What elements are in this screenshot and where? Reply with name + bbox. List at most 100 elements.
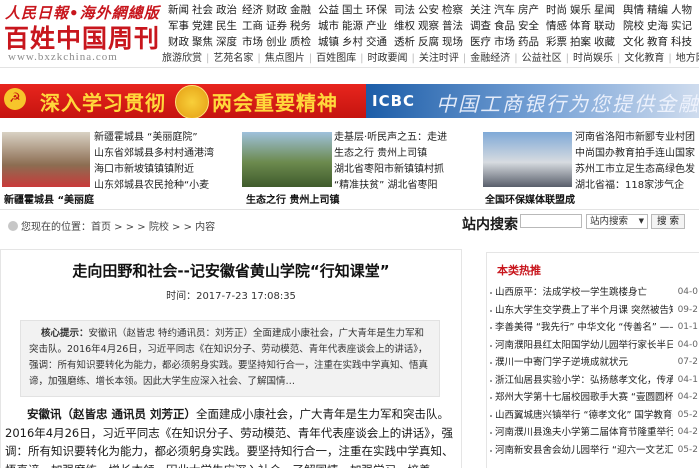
hot-item-title[interactable]: 山西原平：法成学校一学生跳楼身亡: [495, 284, 647, 302]
nav-link[interactable]: 市场: [494, 36, 515, 48]
site-logo[interactable]: 人民日報•海外網總版 百姓中国周刊: [3, 2, 163, 53]
news-photo-1[interactable]: [2, 132, 90, 187]
nav-link[interactable]: 文化: [623, 36, 644, 48]
hot-list-item[interactable]: 河南新安县舍会幼儿园举行 “迎六一文艺汇” 演 05-2: [490, 442, 699, 460]
search-scope-select[interactable]: 站内搜索 ▼: [586, 214, 648, 229]
nav-link[interactable]: 人物: [671, 4, 692, 16]
nav-link[interactable]: 汽车: [494, 4, 515, 16]
banner-icbc[interactable]: ICBC 中国工商银行为您提供金融服务: [366, 84, 699, 118]
channel-link[interactable]: 地方网联: [676, 53, 699, 64]
nav-link[interactable]: 能源: [342, 20, 363, 32]
nav-link[interactable]: 食品: [494, 20, 515, 32]
nav-link[interactable]: 军事: [168, 20, 189, 32]
hot-item-title[interactable]: 河南濮阳县红太阳国学幼儿园举行家长半日开放: [495, 337, 673, 355]
nav-link[interactable]: 财政: [168, 36, 189, 48]
nav-link[interactable]: 房产: [518, 4, 539, 16]
nav-link[interactable]: 医疗: [470, 36, 491, 48]
nav-link[interactable]: 创业: [266, 36, 287, 48]
channel-link[interactable]: 旅游欣赏: [162, 53, 202, 64]
hot-item-title[interactable]: 河南新安县舍会幼儿园举行 “迎六一文艺汇” 演: [495, 442, 673, 460]
hot-list-item[interactable]: 郑州大学第十七届校园歌手大赛 “壹圆圆杯”郑音 04-2: [490, 389, 699, 407]
nav-link[interactable]: 聚焦: [192, 36, 213, 48]
nav-link[interactable]: 反腐: [418, 36, 439, 48]
nav-link[interactable]: 安全: [518, 20, 539, 32]
nav-link[interactable]: 星闻: [594, 4, 615, 16]
nav-link[interactable]: 现场: [442, 36, 463, 48]
nav-link[interactable]: 财政: [266, 4, 287, 16]
nav-link[interactable]: 联动: [594, 20, 615, 32]
nav-link[interactable]: 关注: [470, 4, 491, 16]
nav-link[interactable]: 国土: [342, 4, 363, 16]
nav-link[interactable]: 交通: [366, 36, 387, 48]
hot-list-item[interactable]: 濮川一中寄门学子逆境成就状元 07-2: [490, 354, 699, 372]
hot-list-item[interactable]: 山西原平：法成学校一学生跳楼身亡 04-0: [490, 284, 699, 302]
nav-link[interactable]: 普法: [442, 20, 463, 32]
news-list-item[interactable]: 中尚国办教育拍手连山国家: [575, 146, 699, 162]
nav-link[interactable]: 社会: [192, 4, 213, 16]
nav-link[interactable]: 拍案: [570, 36, 591, 48]
channel-link[interactable]: 百姓图库: [316, 53, 356, 64]
nav-link[interactable]: 党建: [192, 20, 213, 32]
nav-link[interactable]: 城市: [318, 20, 339, 32]
nav-link[interactable]: 科技: [671, 36, 692, 48]
search-button[interactable]: 搜 索: [651, 214, 685, 229]
banner-two-sessions[interactable]: ☭ 深入学习贯彻 两会重要精神: [0, 84, 366, 118]
nav-link[interactable]: 司法: [394, 4, 415, 16]
nav-link[interactable]: 教育: [647, 36, 668, 48]
nav-link[interactable]: 娱乐: [570, 4, 591, 16]
hot-item-title[interactable]: 山西翼城唐兴镇举行 “德孝文化” 国学教育基地: [495, 407, 673, 425]
hot-item-title[interactable]: 李善美得 “我先行” 中华文化 “传善名” —— 云: [495, 319, 673, 337]
nav-link[interactable]: 精编: [647, 4, 668, 16]
nav-link[interactable]: 证券: [266, 20, 287, 32]
hot-item-title[interactable]: 山东大学生交学费上了半个月课 突然被告知大学: [495, 302, 673, 320]
nav-link[interactable]: 经济: [242, 4, 263, 16]
breadcrumb-text[interactable]: 您现在的位置：首页 > > > 院校 > > 内容: [21, 222, 215, 233]
news-photo-caption-3[interactable]: 全国环保媒体联盟成: [485, 191, 575, 206]
nav-link[interactable]: 时尚: [546, 4, 567, 16]
search-input[interactable]: [520, 214, 582, 228]
hot-list-item[interactable]: 河南濮阳县红太阳国学幼儿园举行家长半日开放 04-0: [490, 337, 699, 355]
hot-item-title[interactable]: 濮川一中寄门学子逆境成就状元: [495, 354, 628, 372]
nav-link[interactable]: 透析: [394, 36, 415, 48]
nav-link[interactable]: 工商: [242, 20, 263, 32]
nav-link[interactable]: 检察: [442, 4, 463, 16]
channel-link[interactable]: 时尚娱乐: [573, 53, 613, 64]
hot-item-title[interactable]: 河南濮川县逸夫小学第二届体育节隆重举行: [495, 424, 673, 442]
hot-list-item[interactable]: 李善美得 “我先行” 中华文化 “传善名” —— 云 01-1: [490, 319, 699, 337]
channel-link[interactable]: 文化教育: [624, 53, 664, 64]
hot-item-title[interactable]: 郑州大学第十七届校园歌手大赛 “壹圆圆杯”郑音: [495, 389, 673, 407]
nav-link[interactable]: 公安: [418, 4, 439, 16]
news-photo-caption-1[interactable]: 新疆霍城县 “美丽庭: [4, 191, 94, 206]
nav-link[interactable]: 史海: [647, 20, 668, 32]
news-list-item[interactable]: “精准扶贫” 湖北省枣阳: [334, 178, 478, 194]
news-list-item[interactable]: 湖北省福：118家涉气企: [575, 178, 699, 194]
channel-link[interactable]: 关注时评: [419, 53, 459, 64]
nav-link[interactable]: 调查: [470, 20, 491, 32]
channel-link[interactable]: 时政要闻: [368, 53, 408, 64]
channel-link[interactable]: 焦点图片: [265, 53, 305, 64]
nav-link[interactable]: 舆情: [623, 4, 644, 16]
news-list-item[interactable]: 湖北省枣阳市新镇镇村抓: [334, 162, 478, 178]
nav-link[interactable]: 深度: [216, 36, 237, 48]
nav-link[interactable]: 金融: [290, 4, 311, 16]
nav-link[interactable]: 情感: [546, 20, 567, 32]
nav-link[interactable]: 收藏: [594, 36, 615, 48]
channel-link[interactable]: 艺苑名家: [213, 53, 253, 64]
nav-link[interactable]: 产业: [366, 20, 387, 32]
nav-link[interactable]: 药品: [518, 36, 539, 48]
nav-link[interactable]: 民生: [216, 20, 237, 32]
nav-link[interactable]: 体育: [570, 20, 591, 32]
news-photo-caption-2[interactable]: 生态之行 贵州上司镇: [246, 191, 339, 206]
nav-link[interactable]: 院校: [623, 20, 644, 32]
news-list-item[interactable]: 河南省洛阳市新郾专业村团: [575, 130, 699, 146]
nav-link[interactable]: 公益: [318, 4, 339, 16]
nav-link[interactable]: 质检: [290, 36, 311, 48]
news-list-item[interactable]: 生态之行 贵州上司镇: [334, 146, 478, 162]
hot-list-item[interactable]: 浙江仙居县实验小学：弘扬慈孝文化，传承中华 04-1: [490, 372, 699, 390]
news-list-item[interactable]: 山东省郊城县多村村通港湾: [94, 146, 238, 162]
news-list-item[interactable]: 新疆霍城县 “美丽庭院”: [94, 130, 238, 146]
nav-link[interactable]: 市场: [242, 36, 263, 48]
news-list-item[interactable]: 苏州工市立足生态高绿色发: [575, 162, 699, 178]
news-photo-3[interactable]: [483, 132, 572, 187]
nav-link[interactable]: 乡村: [342, 36, 363, 48]
